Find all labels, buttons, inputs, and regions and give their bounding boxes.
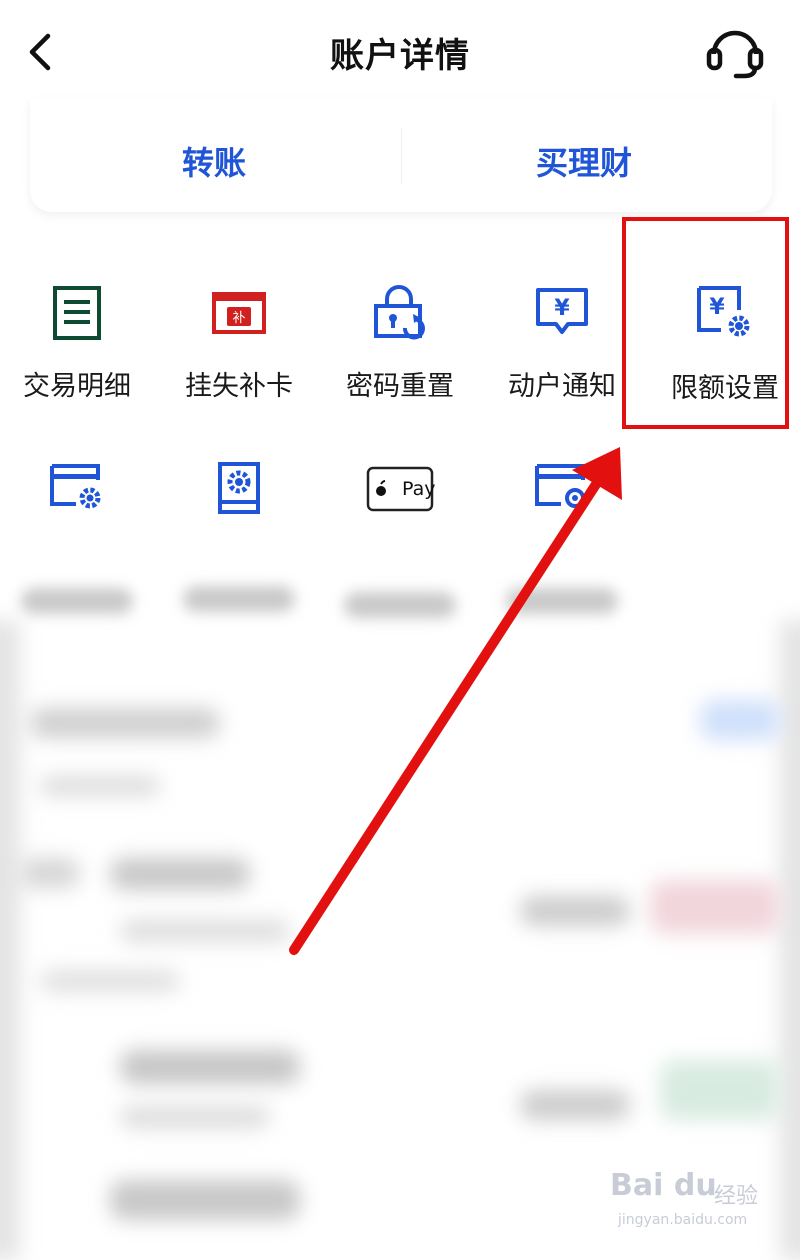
list-icon	[53, 286, 101, 340]
blur-block	[110, 858, 250, 890]
blur-block	[120, 1106, 270, 1128]
blur-block	[700, 700, 780, 740]
watermark-url: jingyan.baidu.com	[618, 1212, 748, 1228]
grid-item-report-loss[interactable]: 补 挂失补卡	[159, 284, 319, 424]
blur-block	[20, 858, 80, 888]
headset-icon[interactable]	[704, 24, 766, 80]
blurred-content	[0, 600, 800, 1260]
blur-block	[40, 970, 180, 992]
grid-item-label: 密码重置	[346, 371, 454, 402]
card-settings-icon	[50, 464, 101, 509]
grid-item-card-record[interactable]	[482, 462, 642, 614]
page-title: 账户详情	[330, 36, 470, 76]
watermark: Bai du 经验 jingyan.baidu.com	[610, 1168, 790, 1238]
blur-block	[520, 896, 630, 926]
blur-edge	[780, 620, 800, 1260]
blur-block	[120, 920, 290, 942]
watermark-sub: 经验	[714, 1184, 759, 1209]
device-settings-icon	[218, 462, 260, 514]
blur-block	[650, 880, 780, 934]
grid-item-device-settings[interactable]	[159, 460, 319, 612]
grid-item-label: 挂失补卡	[185, 371, 293, 402]
lock-reset-icon	[374, 285, 425, 340]
buy-finance-button[interactable]: 买理财	[536, 138, 632, 184]
blur-block	[520, 1090, 630, 1120]
yuan-message-icon: ¥	[536, 288, 588, 334]
svg-text:¥: ¥	[554, 296, 570, 321]
grid-item-transaction-notice[interactable]: ¥ 动户通知	[482, 284, 642, 424]
watermark-logo: Bai du	[610, 1168, 717, 1203]
grid-item-transaction-detail[interactable]: 交易明细	[0, 284, 157, 424]
quick-action-card: 转账 买理财	[30, 98, 772, 212]
svg-text:补: 补	[232, 311, 245, 326]
blur-block	[660, 1060, 780, 1120]
apple-pay-label: Pay	[402, 478, 436, 500]
blur-edge	[0, 620, 20, 1260]
header: 账户详情	[0, 0, 800, 100]
card-replace-icon: 补	[212, 292, 266, 334]
transfer-button[interactable]: 转账	[182, 138, 246, 184]
divider	[401, 128, 402, 184]
grid-item-label: 动户通知	[508, 371, 616, 402]
blur-block	[120, 1050, 300, 1084]
grid-item-password-reset[interactable]: 密码重置	[320, 284, 480, 424]
grid-item-label: 交易明细	[23, 371, 131, 402]
blur-block	[30, 708, 220, 738]
blur-block	[110, 1180, 300, 1220]
card-record-icon	[535, 464, 585, 508]
highlight-box	[622, 217, 789, 429]
grid-item-apple-pay[interactable]: Pay	[320, 466, 480, 618]
grid-item-card-settings[interactable]	[0, 462, 157, 614]
blur-block	[40, 776, 160, 796]
